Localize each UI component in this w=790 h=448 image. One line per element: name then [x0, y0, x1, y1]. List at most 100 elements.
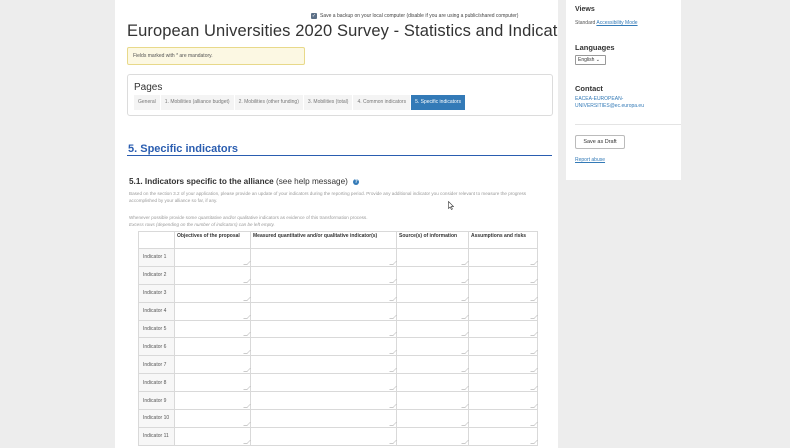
view-accessibility-link[interactable]: Accessibility Mode [596, 20, 637, 26]
row-label: Indicator 1 [138, 248, 175, 267]
section-heading: 5. Specific indicators [128, 143, 239, 155]
row-label: Indicator 6 [138, 337, 175, 357]
measured-indicator-textarea[interactable] [250, 409, 397, 428]
column-header-sources: Source(s) of information [396, 231, 469, 249]
assumptions-textarea[interactable] [468, 301, 538, 321]
objectives-textarea[interactable] [174, 301, 251, 321]
row-label: Indicator 11 [138, 426, 175, 446]
measured-indicator-textarea[interactable] [250, 283, 397, 303]
chevron-down-icon: ⌄ [595, 57, 600, 63]
objectives-textarea[interactable] [174, 319, 251, 339]
sources-textarea[interactable] [396, 373, 469, 393]
tab-specific-indicators[interactable]: 5. Specific indicators [411, 95, 465, 110]
measured-indicator-textarea[interactable] [250, 373, 397, 393]
table-row: Indicator 8 [138, 373, 538, 393]
page-title: European Universities 2020 Survey - Stat… [127, 22, 558, 40]
sources-textarea[interactable] [396, 265, 469, 285]
tab-common-indicators[interactable]: 4. Common indicators [353, 95, 411, 110]
row-label: Indicator 2 [138, 265, 175, 285]
backup-checkbox[interactable]: ✓ [311, 13, 317, 19]
measured-indicator-textarea[interactable] [250, 391, 397, 411]
sources-textarea[interactable] [396, 355, 469, 375]
sidebar-divider [575, 124, 681, 125]
assumptions-textarea[interactable] [468, 248, 538, 267]
objectives-textarea[interactable] [174, 373, 251, 393]
objectives-textarea[interactable] [174, 409, 251, 428]
tab-general[interactable]: General [134, 95, 160, 110]
column-header-assumptions: Assumptions and risks [468, 231, 538, 249]
views-heading: Views [575, 6, 595, 13]
sources-textarea[interactable] [396, 283, 469, 303]
sources-textarea[interactable] [396, 409, 469, 428]
assumptions-textarea[interactable] [468, 265, 538, 285]
question-description-note: Excess rows (depending on the number of … [129, 222, 275, 227]
sources-textarea[interactable] [396, 301, 469, 321]
question-description-2: Whenever possible provide some quantitat… [129, 214, 549, 228]
pages-navigation: Pages General 1. Mobilities (alliance bu… [127, 74, 553, 116]
assumptions-textarea[interactable] [468, 337, 538, 357]
table-row: Indicator 10 [138, 409, 538, 428]
assumptions-textarea[interactable] [468, 355, 538, 375]
tab-mobilities-other-funding[interactable]: 2. Mobilities (other funding) [234, 95, 303, 110]
sources-textarea[interactable] [396, 426, 469, 446]
sources-textarea[interactable] [396, 337, 469, 357]
measured-indicator-textarea[interactable] [250, 426, 397, 446]
sources-textarea[interactable] [396, 319, 469, 339]
page-tabs: General 1. Mobilities (alliance budget) … [134, 95, 465, 110]
table-row: Indicator 7 [138, 355, 538, 375]
assumptions-textarea[interactable] [468, 426, 538, 446]
contact-email-link[interactable]: EACEA-EUROPEAN-UNIVERSITIES@ec.europa.eu [575, 96, 675, 110]
mandatory-notice: Fields marked with * are mandatory. [127, 47, 305, 65]
table-header-row: Objectives of the proposal Measured quan… [138, 231, 538, 249]
assumptions-textarea[interactable] [468, 391, 538, 411]
measured-indicator-textarea[interactable] [250, 319, 397, 339]
sources-textarea[interactable] [396, 248, 469, 267]
column-header-measured-indicators: Measured quantitative and/or qualitative… [250, 231, 397, 249]
report-abuse-link[interactable]: Report abuse [575, 157, 605, 163]
mouse-pointer-icon [448, 201, 454, 210]
language-selected: English [578, 57, 595, 63]
assumptions-textarea[interactable] [468, 283, 538, 303]
assumptions-textarea[interactable] [468, 409, 538, 428]
survey-main-panel: ✓ Save a backup on your local computer (… [115, 0, 558, 448]
measured-indicator-textarea[interactable] [250, 337, 397, 357]
objectives-textarea[interactable] [174, 355, 251, 375]
section-divider [127, 155, 552, 156]
save-draft-button[interactable]: Save as Draft [575, 135, 625, 149]
backup-label: Save a backup on your local computer (di… [320, 13, 519, 19]
help-icon[interactable]: ? [353, 178, 360, 185]
objectives-textarea[interactable] [174, 337, 251, 357]
objectives-textarea[interactable] [174, 248, 251, 267]
question-description-line: Whenever possible provide some quantitat… [129, 215, 368, 220]
language-select[interactable]: English ⌄ [575, 55, 606, 65]
table-row: Indicator 4 [138, 301, 538, 321]
question-help-text: (see help message) [275, 177, 348, 186]
view-standard[interactable]: Standard [575, 20, 595, 26]
measured-indicator-textarea[interactable] [250, 301, 397, 321]
table-row: Indicator 6 [138, 337, 538, 357]
assumptions-textarea[interactable] [468, 319, 538, 339]
question-title: 5.1. Indicators specific to the alliance… [129, 177, 360, 186]
measured-indicator-textarea[interactable] [250, 265, 397, 285]
question-description: Based on the section 3.2 of your applica… [129, 191, 527, 203]
objectives-textarea[interactable] [174, 426, 251, 446]
table-row: Indicator 11 [138, 426, 538, 446]
table-row: Indicator 1 [138, 248, 538, 267]
sources-textarea[interactable] [396, 391, 469, 411]
table-row: Indicator 3 [138, 283, 538, 303]
assumptions-textarea[interactable] [468, 373, 538, 393]
view-options: Standard Accessibility Mode [575, 20, 638, 26]
measured-indicator-textarea[interactable] [250, 355, 397, 375]
row-label: Indicator 5 [138, 319, 175, 339]
objectives-textarea[interactable] [174, 265, 251, 285]
measured-indicator-textarea[interactable] [250, 248, 397, 267]
objectives-textarea[interactable] [174, 283, 251, 303]
backup-checkbox-row[interactable]: ✓ Save a backup on your local computer (… [311, 11, 551, 21]
tab-mobilities-alliance-budget[interactable]: 1. Mobilities (alliance budget) [160, 95, 234, 110]
objectives-textarea[interactable] [174, 391, 251, 411]
table-row: Indicator 9 [138, 391, 538, 411]
row-label: Indicator 9 [138, 391, 175, 411]
tab-mobilities-total[interactable]: 3. Mobilities (total) [303, 95, 353, 110]
contact-heading: Contact [575, 84, 603, 93]
indicators-table: Objectives of the proposal Measured quan… [138, 231, 538, 446]
